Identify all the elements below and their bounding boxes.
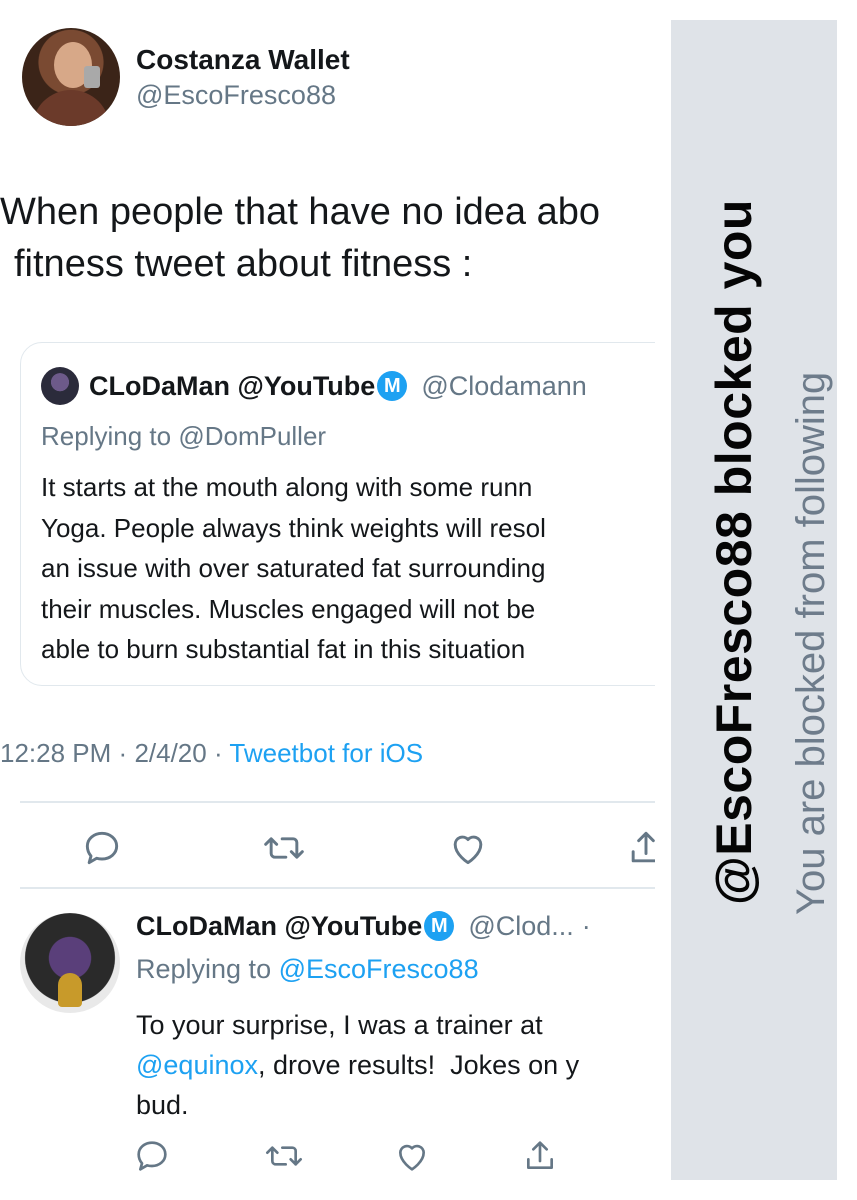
quoted-body-line: able to burn substantial fat in this sit…	[41, 634, 526, 664]
author-names: Costanza Wallet @EscoFresco88	[136, 42, 350, 112]
quoted-body-line: Yoga. People always think weights will r…	[41, 512, 546, 543]
tweet-detail: Costanza Wallet @EscoFresco88 When peopl…	[0, 0, 655, 1200]
reply-action-bar	[116, 1136, 655, 1176]
reply-icon[interactable]	[80, 826, 124, 870]
quoted-tweet[interactable]: CLoDaMan @YouTube M @Clodamann Replying …	[20, 342, 655, 686]
share-icon[interactable]	[520, 1136, 560, 1176]
meta-separator: ·	[581, 911, 591, 941]
quoted-replying-to: Replying to @DomPuller	[41, 419, 655, 453]
quoted-author-handle: @Clodamann	[421, 370, 587, 401]
quoted-tweet-header: CLoDaMan @YouTube M @Clodamann	[41, 367, 655, 405]
meta-separator: ·	[118, 738, 128, 768]
reply-body: To your surprise, I was a trainer at @eq…	[136, 1005, 655, 1125]
author-avatar[interactable]	[22, 28, 120, 126]
reply-replying-label: Replying to	[136, 954, 272, 984]
like-icon[interactable]	[446, 826, 490, 870]
meta-separator: ·	[213, 738, 223, 768]
quoted-body-line: their muscles. Muscles engaged will not …	[41, 593, 536, 624]
tweet-client-link[interactable]: Tweetbot for iOS	[229, 738, 423, 768]
author-display-name[interactable]: Costanza Wallet	[136, 42, 350, 78]
reply-content: CLoDaMan @YouTube M @Clod... · Replying …	[136, 905, 655, 1125]
author-handle[interactable]: @EscoFresco88	[136, 78, 350, 112]
mention-link[interactable]: @equinox	[136, 1050, 258, 1080]
divider	[20, 801, 655, 803]
quoted-author-name: CLoDaMan @YouTube	[89, 370, 376, 401]
tweet-text: When people that have no idea abo fitnes…	[0, 191, 601, 285]
blocked-title: @EscoFresco88 blocked you	[706, 199, 762, 905]
reply-replying-to: Replying to @EscoFresco88	[136, 947, 655, 991]
retweet-icon[interactable]	[264, 1136, 304, 1176]
reply-body-text: To your surprise, I was a trainer at	[136, 1010, 543, 1040]
reply-author-avatar[interactable]	[20, 913, 120, 1013]
reply-author-name[interactable]: CLoDaMan @YouTube	[136, 905, 422, 947]
reply-author-handle[interactable]: @Clod...	[468, 905, 573, 947]
retweet-icon[interactable]	[262, 826, 306, 870]
quoted-replying-label: Replying to	[41, 421, 172, 451]
share-icon[interactable]	[624, 826, 655, 870]
blocked-panel: @EscoFresco88 blocked you You are blocke…	[671, 20, 837, 1180]
like-icon[interactable]	[392, 1136, 432, 1176]
reply-icon[interactable]	[132, 1136, 172, 1176]
tweet-header: Costanza Wallet @EscoFresco88	[22, 28, 350, 126]
quoted-author-avatar	[41, 367, 79, 405]
quoted-body-line: It starts at the mouth along with some r…	[41, 472, 533, 502]
quoted-replying-user: @DomPuller	[178, 421, 327, 451]
metro-m-badge-icon: M	[424, 911, 455, 941]
avatar-wallet-shape	[84, 66, 100, 88]
reply-replying-user[interactable]: @EscoFresco88	[279, 954, 479, 984]
reply-header: CLoDaMan @YouTube M @Clod... ·	[136, 905, 655, 947]
avatar-shirt-shape	[32, 90, 110, 126]
avatar-trophy-shape	[58, 973, 82, 1007]
tweet-action-bar	[0, 826, 655, 874]
divider	[20, 887, 655, 889]
quoted-body-line: an issue with over saturated fat surroun…	[41, 553, 546, 583]
quoted-tweet-body: It starts at the mouth along with some r…	[41, 467, 655, 670]
tweet-time: 12:28 PM	[0, 738, 112, 768]
tweet-meta: 12:28 PM · 2/4/20 · Tweetbot for iOS	[0, 738, 423, 769]
metro-m-badge-icon: M	[377, 371, 408, 401]
blocked-subtitle: You are blocked from following	[789, 371, 833, 915]
tweet-date: 2/4/20	[134, 738, 207, 768]
